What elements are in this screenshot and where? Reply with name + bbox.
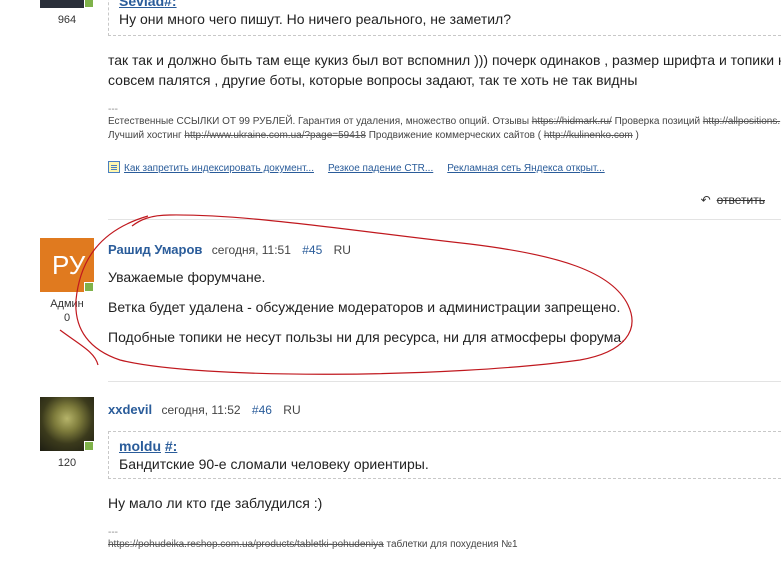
post-number-link[interactable]: #46 xyxy=(252,403,272,417)
post-divider xyxy=(108,219,781,220)
post-time: сегодня, 11:52 xyxy=(161,403,241,417)
avatar[interactable]: РУ xyxy=(40,238,94,292)
language-badge: RU xyxy=(283,403,301,417)
signature-text: Проверка позиций xyxy=(611,116,703,127)
signature-link-hidmark[interactable]: https://hidmark.ru/ xyxy=(532,116,612,127)
avatar-initials: РУ xyxy=(52,250,86,280)
username-link[interactable]: xxdevil xyxy=(108,402,152,417)
reply-label: ответить xyxy=(716,193,765,207)
quote-block: Sevlad#: Ну они много чего пишут. Но нич… xyxy=(108,0,781,36)
reply-button[interactable]: ↶ ответить xyxy=(701,193,765,207)
related-link[interactable]: Резкое падение CTR... xyxy=(328,163,433,174)
avatar[interactable] xyxy=(40,397,94,451)
quote-link[interactable]: #: xyxy=(165,438,177,454)
post-divider xyxy=(108,381,781,382)
signature-text: таблетки для похудения №1 xyxy=(383,539,518,550)
quote-text: Бандитские 90-е сломали человеку ориенти… xyxy=(119,456,429,472)
reply-arrow-icon: ↶ xyxy=(700,193,711,207)
signature-text: Естественные ССЫЛКИ ОТ 99 РУБЛЕЙ. Гарант… xyxy=(108,116,532,127)
quote-author-link[interactable]: moldu xyxy=(119,438,161,454)
post-body: Уважаемые форумчане. Ветка будет удалена… xyxy=(108,267,781,347)
user-info-46: 120 xyxy=(40,397,94,469)
post-count: 120 xyxy=(57,457,77,469)
document-icon xyxy=(108,161,120,173)
online-indicator xyxy=(84,0,94,8)
signature-text: ) xyxy=(632,130,639,141)
language-badge: RU xyxy=(333,243,351,257)
post-body-line: Подобные топики не несут пользы ни для р… xyxy=(108,329,626,345)
quote-author-link[interactable]: Sevlad xyxy=(119,0,164,9)
signature: https://pohudeika.reshop.com.ua/products… xyxy=(108,538,781,552)
signature-link-ukraine[interactable]: http://www.ukraine.com.ua/?page=59418 xyxy=(184,130,366,141)
user-info-top: 964 xyxy=(40,0,94,26)
quote-block: moldu #: Бандитские 90-е сломали человек… xyxy=(108,431,781,479)
post-number-link[interactable]: #45 xyxy=(302,243,322,257)
post-body-line: Уважаемые форумчане. xyxy=(108,269,266,285)
related-link[interactable]: Как запретить индексировать документ... xyxy=(124,163,314,174)
quote-text: Ну они много чего пишут. Но ничего реаль… xyxy=(119,11,512,27)
signature-line: Лучший хостинг http://www.ukraine.com.ua… xyxy=(108,129,781,143)
post-time: сегодня, 11:51 xyxy=(211,243,291,257)
signature: Естественные ССЫЛКИ ОТ 99 РУБЛЕЙ. Гарант… xyxy=(108,115,781,143)
related-link[interactable]: Рекламная сеть Яндекса открыт... xyxy=(447,163,604,174)
quote-link[interactable]: #: xyxy=(164,0,176,9)
avatar[interactable] xyxy=(40,0,94,8)
post-45: РУ Админ 0 Рашид Умаров сегодня, 11:51 #… xyxy=(0,238,781,368)
post-body-line: так так и должно быть там еще кукиз был … xyxy=(108,52,781,68)
post-count: 964 xyxy=(57,14,77,26)
post-body: так так и должно быть там еще кукиз был … xyxy=(108,50,781,90)
username-link[interactable]: Рашид Умаров xyxy=(108,242,202,257)
user-role: Админ xyxy=(50,298,84,310)
post-body-line: Ветка будет удалена - обсуждение модерат… xyxy=(108,299,621,315)
post-top: 964 Sevlad#: Ну они много чего пишут. Но… xyxy=(0,0,781,215)
post-body-line: совсем палятся , другие боты, которые во… xyxy=(108,72,638,88)
signature-text: Продвижение коммерческих сайтов ( xyxy=(365,130,544,141)
signature-link-pohudeika[interactable]: https://pohudeika.reshop.com.ua/products… xyxy=(108,539,384,550)
post-meta: Рашид Умаров сегодня, 11:51 #45 RU xyxy=(108,242,781,257)
user-info-45: РУ Админ 0 xyxy=(40,238,94,324)
signature-line: Естественные ССЫЛКИ ОТ 99 РУБЛЕЙ. Гарант… xyxy=(108,115,781,129)
signature-separator: --- xyxy=(108,104,118,115)
post-46: 120 xxdevil сегодня, 11:52 #46 RU moldu … xyxy=(0,397,781,562)
related-links: Как запретить индексировать документ... Р… xyxy=(108,161,781,174)
signature-link-allpositions[interactable]: http://allpositions. xyxy=(703,116,780,127)
signature-link-kulinenko[interactable]: http://kulinenko.com xyxy=(544,130,633,141)
post-meta: xxdevil сегодня, 11:52 #46 RU xyxy=(108,402,781,417)
signature-text: Лучший хостинг xyxy=(108,130,185,141)
user-role-count: 0 xyxy=(64,312,71,324)
signature-separator: --- xyxy=(108,527,118,538)
online-indicator xyxy=(84,282,94,292)
post-body: Ну мало ли кто где заблудился :) xyxy=(108,495,323,511)
online-indicator xyxy=(84,441,94,451)
